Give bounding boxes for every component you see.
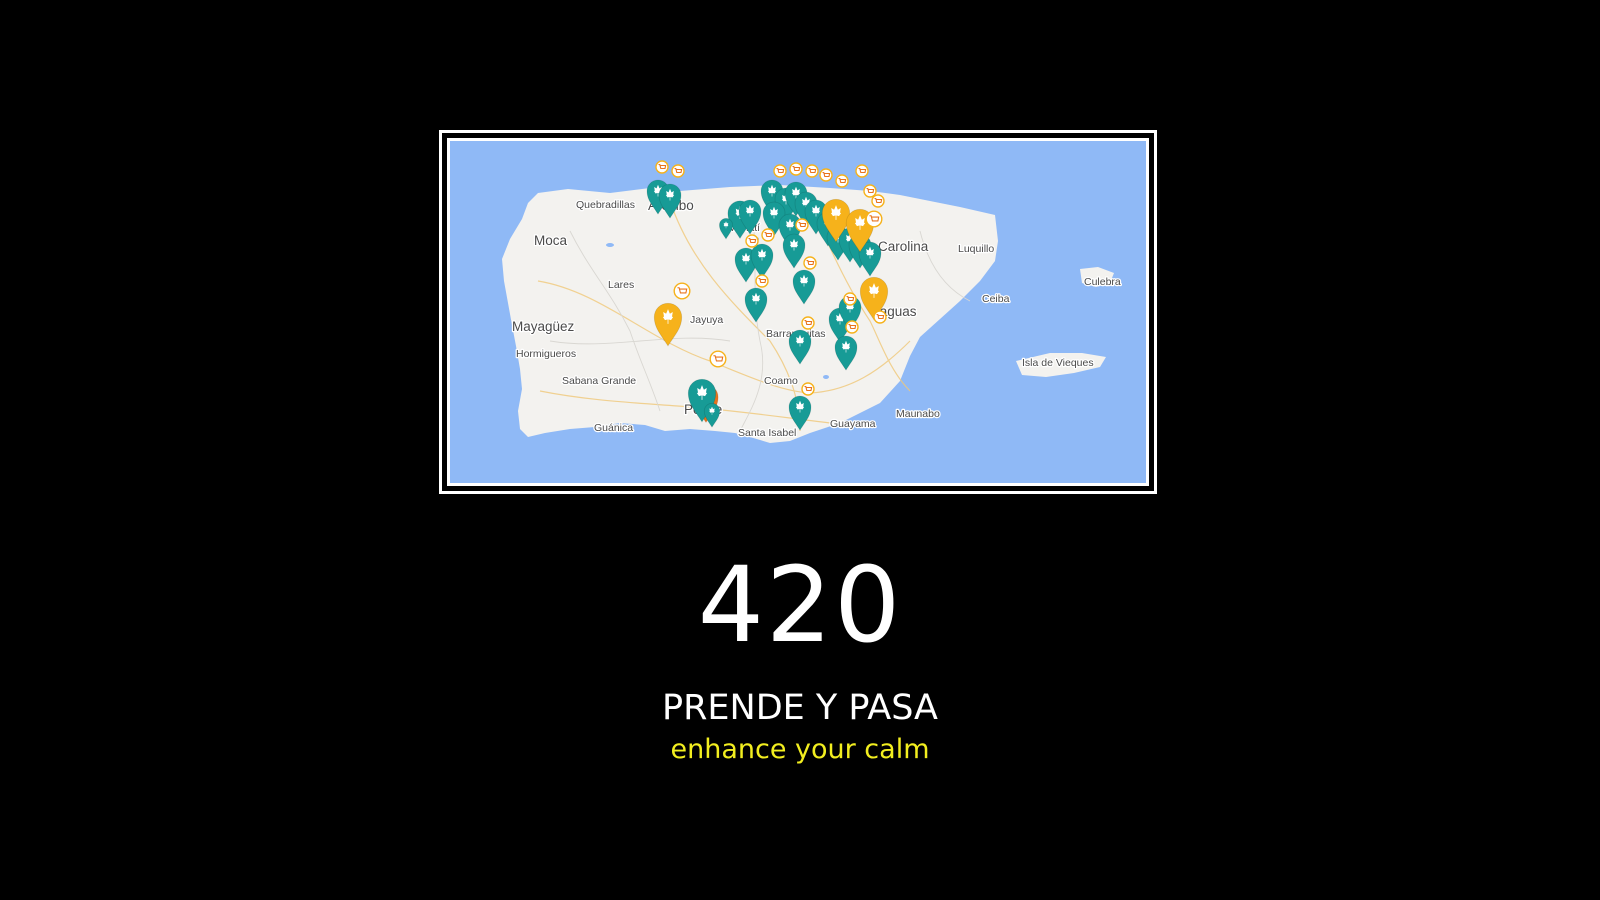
store-marker[interactable]: [795, 218, 809, 232]
store-marker[interactable]: [843, 292, 857, 306]
store-badge: [865, 210, 883, 228]
store-badge: [843, 292, 857, 306]
store-marker[interactable]: [865, 210, 883, 228]
store-marker[interactable]: [855, 164, 869, 178]
label-quebradillas: Quebradillas: [576, 199, 635, 211]
label-guayama: Guayama: [830, 418, 876, 430]
store-marker[interactable]: [801, 382, 815, 396]
store-badge: [673, 282, 691, 300]
puerto-rico-map: Quebradillas Arecibo Manatí Moca Carolin…: [450, 141, 1146, 483]
label-luquillo: Luquillo: [958, 243, 994, 255]
label-ceiba: Ceiba: [982, 293, 1010, 305]
store-badge: [755, 274, 769, 288]
store-badge: [863, 184, 877, 198]
store-marker[interactable]: [835, 174, 849, 188]
store-badge: [801, 316, 815, 330]
store-badge: [805, 164, 819, 178]
store-marker[interactable]: [773, 164, 787, 178]
store-badge: [655, 160, 669, 174]
store-badge: [795, 218, 809, 232]
store-badge: [855, 164, 869, 178]
label-culebra: Culebra: [1084, 276, 1121, 288]
map-frame: Quebradillas Arecibo Manatí Moca Carolin…: [439, 130, 1157, 494]
label-lares: Lares: [608, 279, 634, 291]
label-isla-de-vieques: Isla de Vieques: [1022, 357, 1094, 369]
store-badge: [803, 256, 817, 270]
store-marker[interactable]: [845, 320, 859, 334]
store-badge: [773, 164, 787, 178]
store-badge: [745, 234, 759, 248]
store-marker[interactable]: [873, 310, 887, 324]
store-badge: [789, 162, 803, 176]
store-marker[interactable]: [871, 194, 885, 208]
store-marker[interactable]: [819, 168, 833, 182]
label-maunabo: Maunabo: [896, 408, 940, 420]
label-hormigueros: Hormigueros: [516, 348, 576, 360]
store-marker[interactable]: [805, 164, 819, 178]
store-badge: [819, 168, 833, 182]
store-marker[interactable]: [671, 164, 685, 178]
label-moca: Moca: [534, 233, 568, 248]
store-marker[interactable]: [863, 184, 877, 198]
store-marker[interactable]: [789, 162, 803, 176]
label-guanica: Guánica: [594, 422, 633, 434]
store-marker[interactable]: [673, 282, 691, 300]
store-marker[interactable]: [709, 350, 727, 368]
store-badge: [761, 228, 775, 242]
store-badge: [835, 174, 849, 188]
label-sabana-grande: Sabana Grande: [562, 375, 636, 387]
headline: PRENDE Y PASA: [661, 688, 939, 728]
store-marker[interactable]: [655, 160, 669, 174]
big-number-420: 420: [697, 544, 903, 666]
store-badge: [801, 382, 815, 396]
label-jayuya: Jayuya: [690, 314, 723, 326]
store-badge: [671, 164, 685, 178]
store-badge: [871, 194, 885, 208]
store-badge: [709, 350, 727, 368]
store-marker[interactable]: [755, 274, 769, 288]
tagline: enhance your calm: [670, 734, 930, 765]
store-badge: [873, 310, 887, 324]
label-coamo: Coamo: [764, 375, 798, 387]
label-santa-isabel: Santa Isabel: [738, 427, 796, 439]
map-panel: Quebradillas Arecibo Manatí Moca Carolin…: [447, 138, 1149, 486]
store-badge: [845, 320, 859, 334]
store-marker[interactable]: [761, 228, 775, 242]
store-marker[interactable]: [801, 316, 815, 330]
store-marker[interactable]: [803, 256, 817, 270]
poster: Quebradillas Arecibo Manatí Moca Carolin…: [0, 0, 1600, 900]
label-carolina: Carolina: [878, 239, 929, 254]
label-mayaguez: Mayagüez: [512, 319, 575, 334]
store-marker[interactable]: [745, 234, 759, 248]
